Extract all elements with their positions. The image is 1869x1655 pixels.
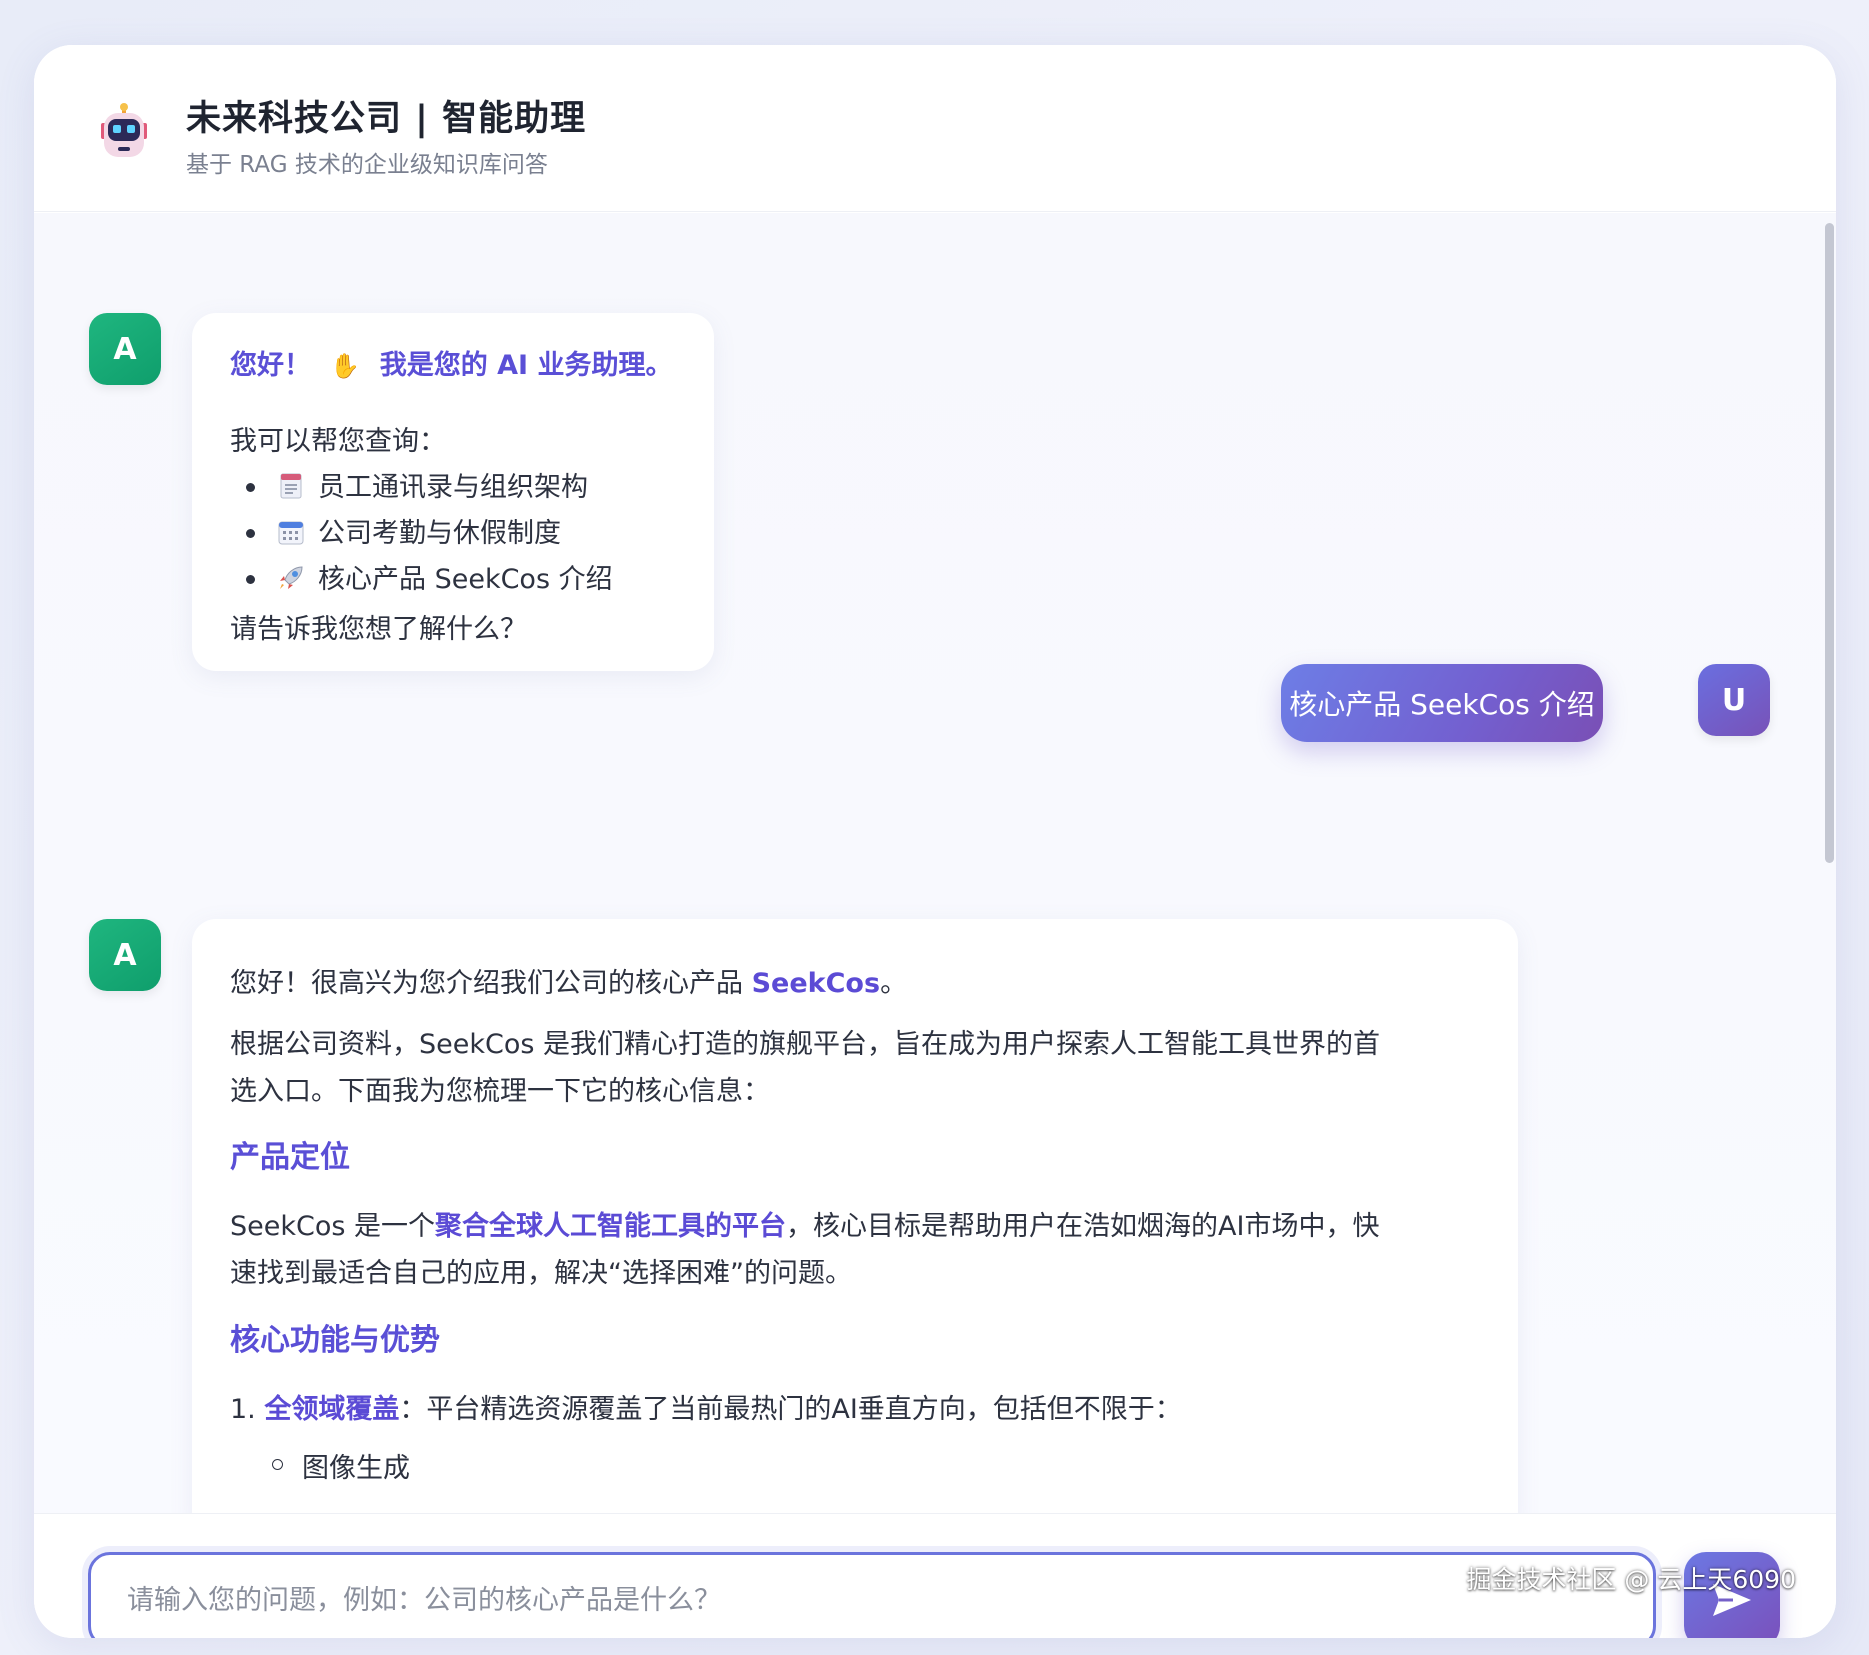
document-icon [280,473,302,499]
ai-avatar: A [89,313,161,385]
ai-message-bubble: 您好！很高兴为您介绍我们公司的核心产品 SeekCos。 根据公司资料，Seek… [192,919,1518,1513]
sub-bullet [272,1459,283,1470]
list-item: 核心产品 SeekCos 介绍 [318,564,613,595]
message-list[interactable]: A 您好！ ✋ 我是您的 AI 业务助理。 我可以帮您查询： 员工通讯录与组织架… [34,213,1836,1513]
bullet [246,575,255,584]
app-header: 未来科技公司 | 智能助理 基于 RAG 技术的企业级知识库问答 [34,45,1836,212]
list-item: 公司考勤与休假制度 [318,518,561,549]
intro-text: 我可以帮您查询： [230,426,446,457]
section-heading: 核心功能与优势 [230,1323,440,1358]
chat-window: 未来科技公司 | 智能助理 基于 RAG 技术的企业级知识库问答 A 您好！ ✋… [34,45,1836,1638]
numbered-list-item: 1. 全领域覆盖：平台精选资源覆盖了当前最热门的AI垂直方向，包括但不限于： [230,1394,1182,1425]
answer-paragraph: 速找到最适合自己的应用，解决“选择困难”的问题。 [230,1258,852,1289]
answer-paragraph: 根据公司资料，SeekCos 是我们精心打造的旗舰平台，旨在成为用户探索人工智能… [230,1029,1381,1060]
greeting-line: 您好！ ✋ 我是您的 AI 业务助理。 [230,350,673,381]
page-subtitle: 基于 RAG 技术的企业级知识库问答 [186,152,548,178]
answer-paragraph: SeekCos 是一个聚合全球人工智能工具的平台，核心目标是帮助用户在浩如烟海的… [230,1211,1380,1242]
waving-hand-icon: ✋ [330,352,361,380]
closing-text: 请告诉我您想了解什么？ [230,614,527,645]
list-item: 员工通讯录与组织架构 [318,472,588,503]
calendar-icon [278,521,304,545]
sub-list-item: 图像生成 [302,1453,410,1484]
bullet [246,529,255,538]
bullet [246,483,255,492]
answer-paragraph: 您好！很高兴为您介绍我们公司的核心产品 SeekCos。 [230,968,908,999]
page-title: 未来科技公司 | 智能助理 [186,99,587,139]
answer-paragraph: 选入口。下面我为您梳理一下它的核心信息： [230,1076,770,1107]
user-avatar: U [1698,664,1770,736]
user-message-bubble: 核心产品 SeekCos 介绍 [1281,664,1603,742]
watermark: 掘金技术社区 @ 云上天6090 [1466,1565,1796,1594]
robot-icon [101,103,147,157]
section-heading: 产品定位 [230,1140,350,1175]
scrollbar-thumb[interactable] [1825,223,1834,863]
ai-message-bubble: 您好！ ✋ 我是您的 AI 业务助理。 我可以帮您查询： 员工通讯录与组织架构 [192,313,714,671]
rocket-icon [280,566,303,589]
ai-avatar: A [89,919,161,991]
question-input[interactable] [88,1552,1656,1638]
